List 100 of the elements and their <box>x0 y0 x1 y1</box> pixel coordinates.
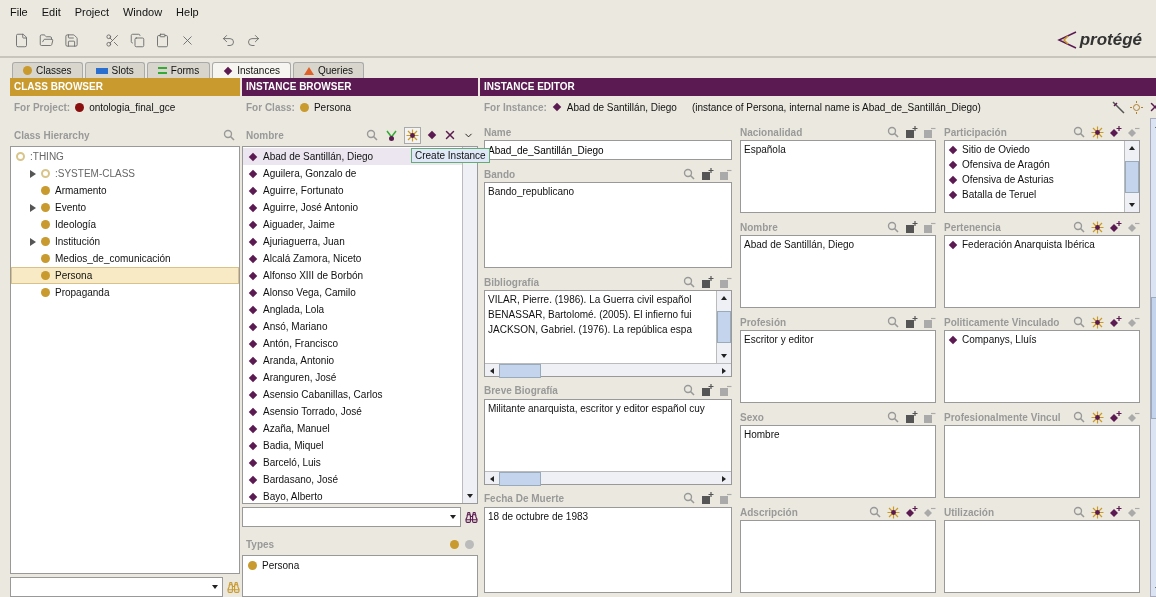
scroll-arrow-icon[interactable] <box>720 294 728 303</box>
instance-item[interactable]: Ansó, Mariano <box>243 318 462 335</box>
scroll-arrow-icon[interactable] <box>720 474 728 483</box>
create-instance-icon[interactable] <box>1091 125 1104 139</box>
create-instance-icon[interactable] <box>887 505 900 519</box>
remove-value-icon[interactable] <box>923 125 936 139</box>
redo-icon[interactable] <box>246 32 261 48</box>
instance-item[interactable]: Badia, Miquel <box>243 437 462 454</box>
value-list[interactable]: Hombre <box>740 425 936 498</box>
horizontal-scrollbar[interactable] <box>485 362 731 376</box>
instance-item[interactable]: Barceló, Luis <box>243 454 462 471</box>
class-tree-item[interactable]: :THING <box>11 148 239 165</box>
add-value-icon[interactable] <box>701 275 714 289</box>
value-list[interactable]: Federación Anarquista Ibérica <box>944 235 1140 308</box>
delete-icon[interactable] <box>443 128 457 142</box>
menu-item[interactable]: Help <box>176 6 199 18</box>
class-tree-item[interactable]: Medios_de_comunicación <box>11 250 239 267</box>
add-value-icon[interactable] <box>905 410 918 424</box>
vertical-scrollbar[interactable] <box>716 291 731 363</box>
undo-icon[interactable] <box>221 32 236 48</box>
remove-value-icon[interactable] <box>719 167 732 181</box>
value-list[interactable]: Sitio de Oviedo Ofensiva de Aragón Ofensiva de Asturias Batalla de Teruel <box>944 140 1140 213</box>
remove-instance-icon[interactable] <box>1127 505 1140 519</box>
remove-value-icon[interactable] <box>923 220 936 234</box>
add-value-icon[interactable] <box>905 315 918 329</box>
add-value-icon[interactable] <box>905 125 918 139</box>
remove-value-icon[interactable] <box>923 315 936 329</box>
remove-value-icon[interactable] <box>923 410 936 424</box>
tab[interactable]: Queries <box>292 62 364 78</box>
new-file-icon[interactable] <box>14 32 29 48</box>
open-folder-icon[interactable] <box>39 32 54 48</box>
value-list[interactable]: Escritor y editor <box>740 330 936 403</box>
add-value-icon[interactable] <box>701 492 714 506</box>
instance-item[interactable]: Aguirre, Fortunato <box>243 182 462 199</box>
class-tree-item[interactable]: :SYSTEM-CLASS <box>11 165 239 182</box>
horizontal-scrollbar[interactable] <box>485 470 731 484</box>
instance-item[interactable]: Alcalá Zamora, Niceto <box>243 250 462 267</box>
add-instance-icon[interactable] <box>1109 315 1122 329</box>
find-icon[interactable] <box>683 167 696 181</box>
vertical-scrollbar[interactable] <box>1124 141 1139 212</box>
search-field[interactable] <box>242 507 461 527</box>
copy-icon[interactable] <box>130 32 145 48</box>
scroll-arrow-icon[interactable] <box>466 492 474 500</box>
scroll-arrow-icon[interactable] <box>1128 144 1136 152</box>
menu-item[interactable]: File <box>10 6 28 18</box>
add-instance-icon[interactable] <box>1109 410 1122 424</box>
instance-item[interactable]: Azaña, Manuel <box>243 420 462 437</box>
class-tree-item[interactable]: Persona <box>11 267 239 284</box>
add-instance-icon[interactable] <box>1109 505 1122 519</box>
instance-item[interactable]: Aguilera, Gonzalo de <box>243 165 462 182</box>
find-icon[interactable] <box>1073 220 1086 234</box>
remove-instance-icon[interactable] <box>1127 220 1140 234</box>
add-value-icon[interactable] <box>701 384 714 397</box>
instance-item[interactable]: Alonso Vega, Camilo <box>243 284 462 301</box>
instance-item[interactable]: Antón, Francisco <box>243 335 462 352</box>
value-list[interactable]: Española <box>740 140 936 213</box>
find-icon[interactable] <box>887 125 900 139</box>
instance-item[interactable]: Bayo, Alberto <box>243 488 462 503</box>
class-tree-item[interactable]: Ideología <box>11 216 239 233</box>
instance-item[interactable]: Bardasano, José <box>243 471 462 488</box>
scroll-arrow-icon[interactable] <box>211 583 219 591</box>
scroll-arrow-icon[interactable] <box>488 474 496 483</box>
expand-icon[interactable] <box>30 169 36 178</box>
value-list[interactable]: Companys, Lluís <box>944 330 1140 403</box>
find-icon[interactable] <box>366 128 379 142</box>
remove-value-icon[interactable] <box>719 384 732 397</box>
instance-item[interactable]: Aranguren, José <box>243 369 462 386</box>
add-value-icon[interactable] <box>905 220 918 234</box>
tab[interactable]: Forms <box>146 62 211 78</box>
instance-item[interactable]: Aiguader, Jaime <box>243 216 462 233</box>
instance-item[interactable]: Asensio Cabanillas, Carlos <box>243 386 462 403</box>
value-list[interactable]: VILAR, Pierre. (1986). La Guerra civil español BENASSAR, Bartolomé. (2005). El infierno fui JACKSON, Gabriel. (1976). La república espa <box>484 290 732 377</box>
tab[interactable]: Instances <box>212 62 291 78</box>
find-icon[interactable] <box>887 220 900 234</box>
instance-item[interactable]: Alfonso XIII de Borbón <box>243 267 462 284</box>
add-value-icon[interactable] <box>701 167 714 181</box>
paste-icon[interactable] <box>155 32 170 48</box>
class-tree-item[interactable]: Propaganda <box>11 284 239 301</box>
sun-icon[interactable] <box>1130 100 1143 114</box>
expand-icon[interactable] <box>30 237 36 246</box>
add-type-icon[interactable] <box>450 539 459 549</box>
name-input-field[interactable]: Abad_de_Santillán_Diego <box>484 140 732 160</box>
type-item[interactable]: Persona <box>243 557 477 574</box>
find-icon[interactable] <box>1073 505 1086 519</box>
create-instance-icon[interactable] <box>1091 410 1104 424</box>
remove-instance-icon[interactable] <box>1127 125 1140 139</box>
add-instance-icon[interactable] <box>1109 125 1122 139</box>
value-list[interactable]: Militante anarquista, escritor y editor español cuy <box>484 398 732 485</box>
find-icon[interactable] <box>683 275 696 289</box>
remove-instance-icon[interactable] <box>1127 315 1140 329</box>
value-list[interactable]: Bando_republicano <box>484 182 732 269</box>
expand-icon[interactable] <box>30 203 36 212</box>
add-instance-icon[interactable] <box>1109 220 1122 234</box>
find-icon[interactable] <box>887 410 900 424</box>
scroll-arrow-icon[interactable] <box>1128 201 1136 209</box>
class-tree-item[interactable]: Institución <box>11 233 239 250</box>
find-icon[interactable] <box>1073 125 1086 139</box>
scroll-arrow-icon[interactable] <box>449 513 457 521</box>
menu-item[interactable]: Window <box>122 6 163 18</box>
branch-icon[interactable] <box>385 128 398 142</box>
